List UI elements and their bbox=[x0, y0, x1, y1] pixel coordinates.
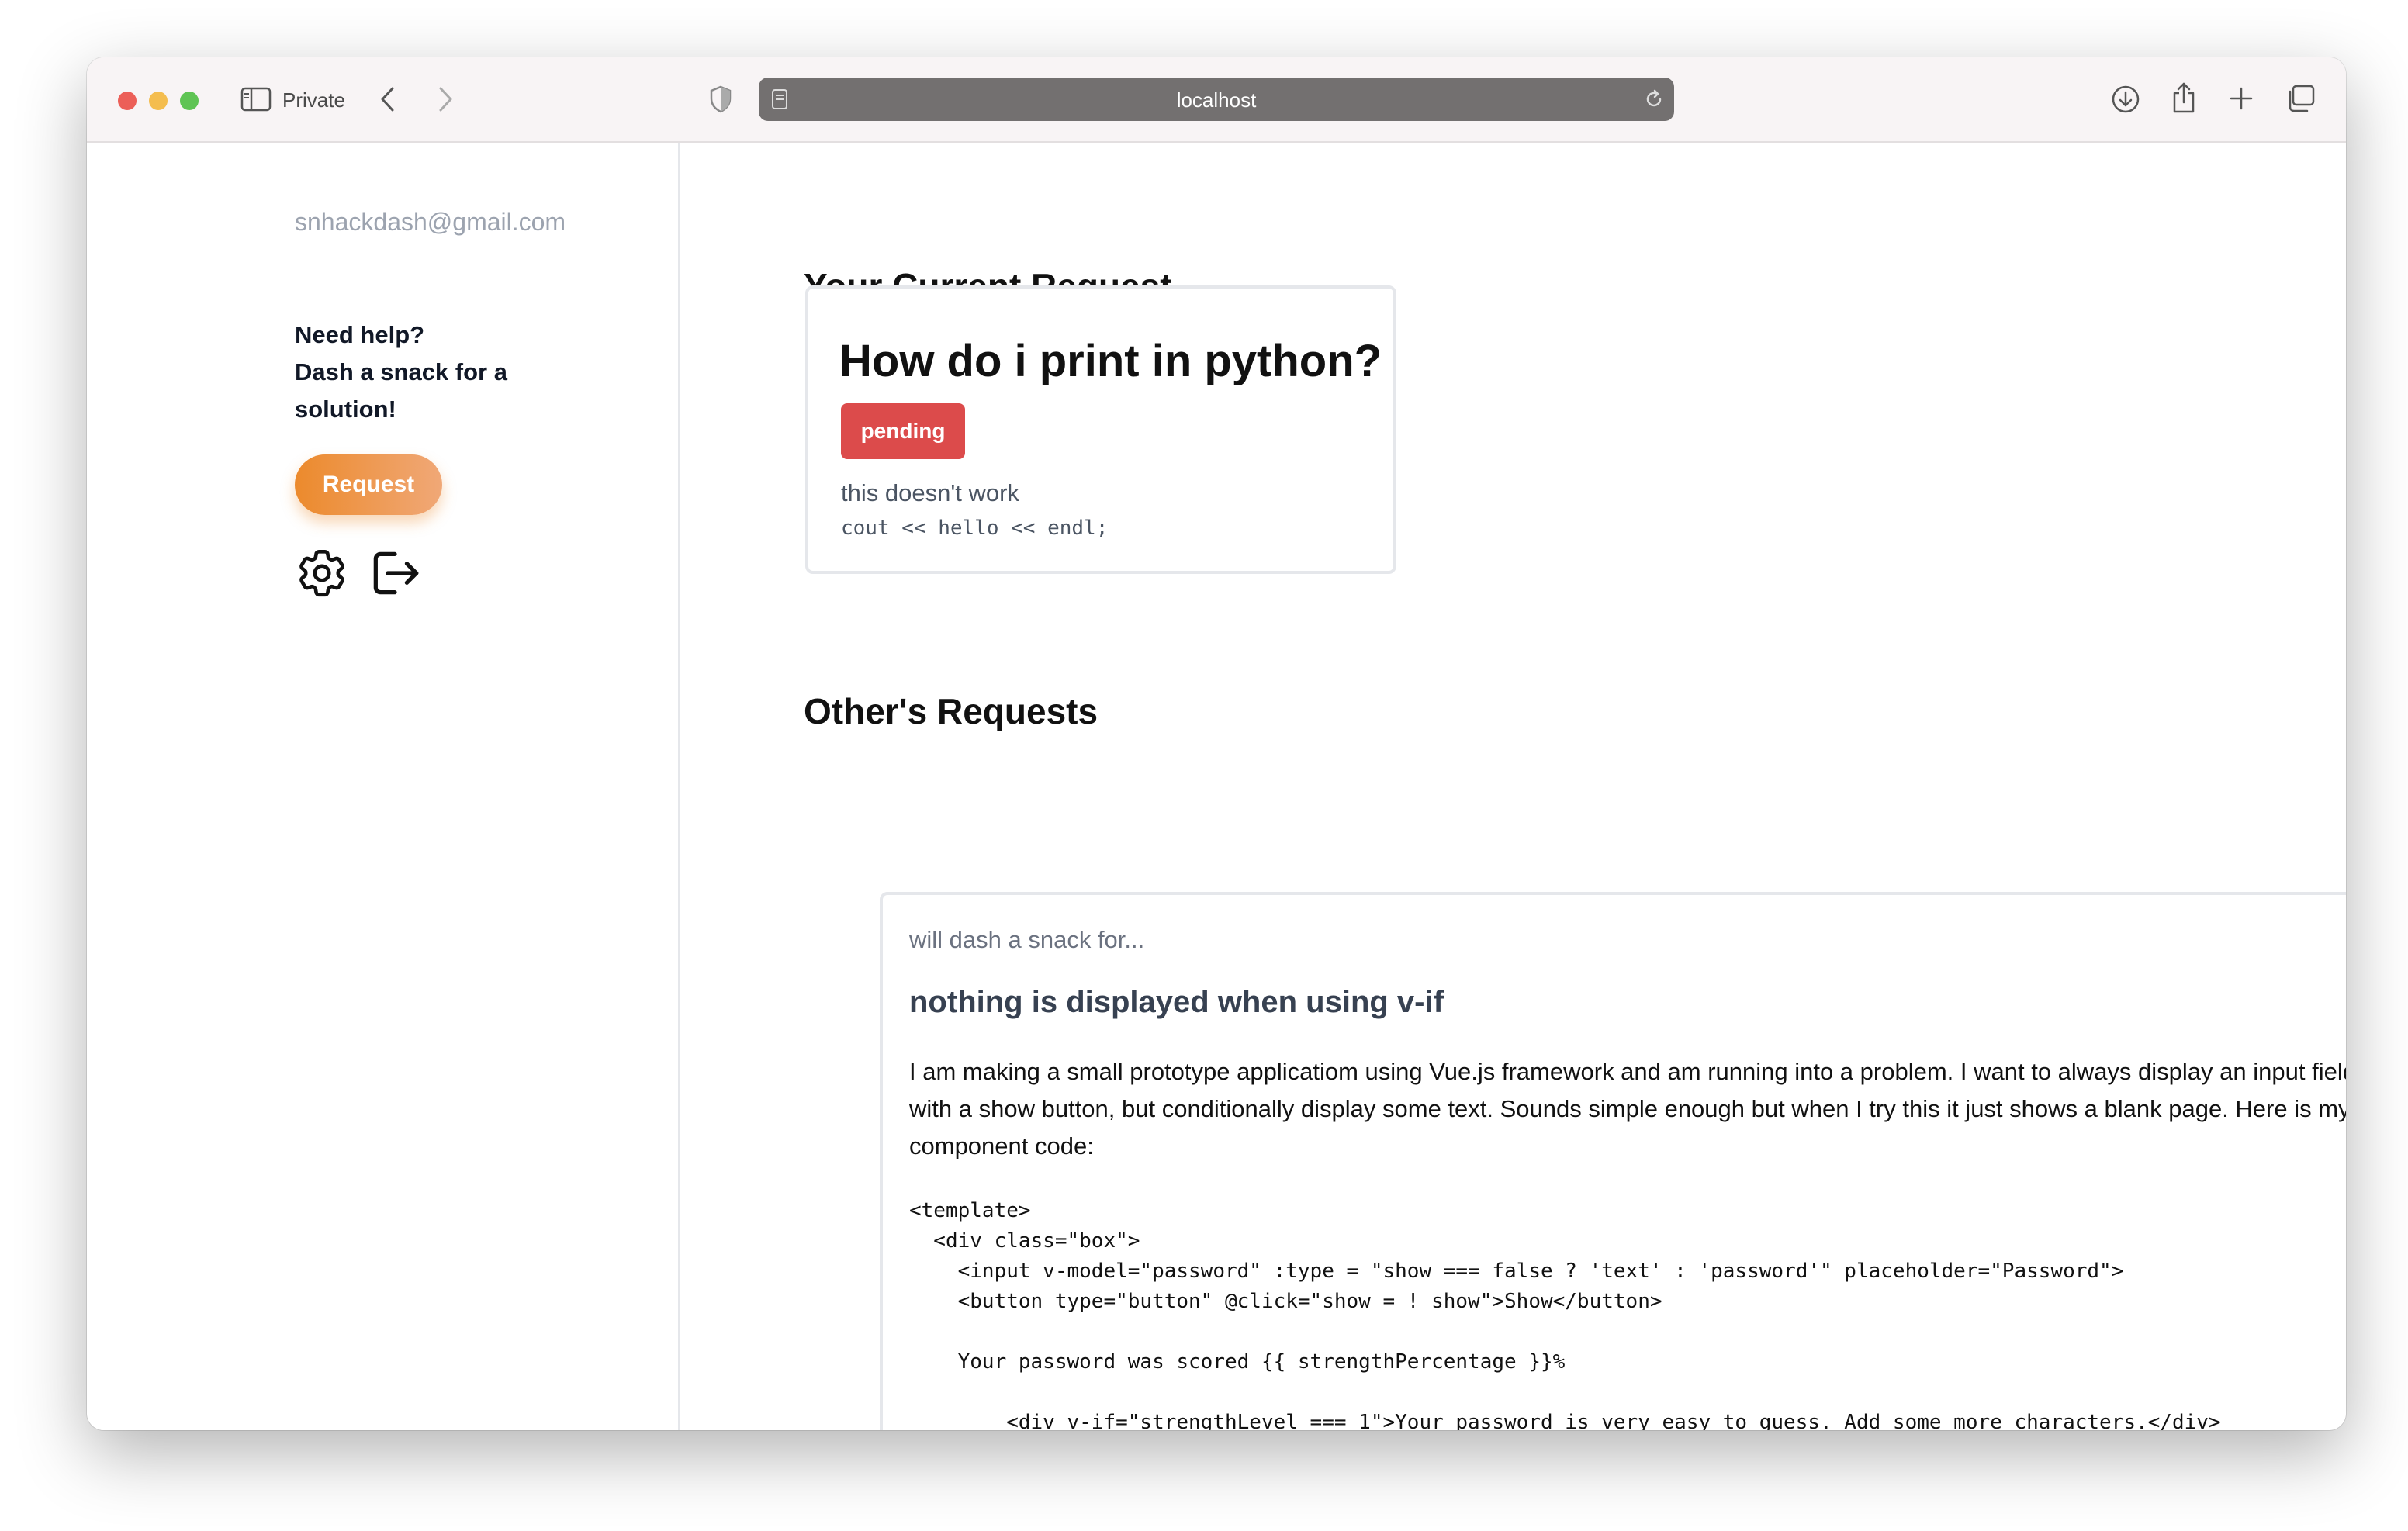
other-request-title: nothing is displayed when using v-if bbox=[909, 985, 1444, 1019]
other-request-prefix: will dash a snack for... bbox=[909, 926, 1145, 953]
forward-icon[interactable] bbox=[436, 85, 455, 113]
main-content: Your Current Request How do i print in p… bbox=[680, 143, 2346, 1430]
current-request-card[interactable]: How do i print in python? pending this d… bbox=[805, 285, 1396, 574]
reload-icon[interactable] bbox=[1643, 88, 1665, 110]
maximize-window-button[interactable] bbox=[180, 92, 199, 110]
other-request-body: I am making a small prototype applicatio… bbox=[909, 1058, 2346, 1159]
browser-window: Private localhost snhackdash@gmail.com N… bbox=[87, 57, 2346, 1430]
status-badge: pending bbox=[841, 403, 965, 459]
shield-icon[interactable] bbox=[709, 85, 732, 113]
address-bar[interactable]: localhost bbox=[759, 78, 1674, 121]
help-line: solution! bbox=[295, 396, 396, 423]
url-text: localhost bbox=[1176, 88, 1257, 112]
other-request-code: <template> <div class="box"> <input v-mo… bbox=[909, 1199, 2221, 1430]
gear-icon[interactable] bbox=[293, 544, 351, 602]
other-request-card[interactable]: will dash a snack for... nothing is disp… bbox=[880, 892, 2346, 1430]
private-label: Private bbox=[282, 88, 345, 112]
back-icon[interactable] bbox=[379, 85, 397, 113]
help-line: Dash a snack for a bbox=[295, 358, 507, 385]
request-button[interactable]: Request bbox=[295, 454, 442, 515]
minimize-window-button[interactable] bbox=[149, 92, 168, 110]
tab-overview-icon[interactable] bbox=[2285, 84, 2316, 113]
download-icon[interactable] bbox=[2110, 84, 2141, 115]
browser-toolbar: Private localhost bbox=[87, 57, 2346, 143]
current-request-code: cout << hello << endl; bbox=[841, 517, 1109, 540]
sidebar: snhackdash@gmail.com Need help? Dash a s… bbox=[87, 143, 680, 1430]
current-request-title: How do i print in python? bbox=[839, 336, 1382, 386]
others-requests-heading: Other's Requests bbox=[804, 691, 1098, 731]
current-request-description: this doesn't work bbox=[841, 479, 1019, 506]
sidebar-toggle-icon[interactable] bbox=[240, 87, 272, 112]
share-icon[interactable] bbox=[2171, 81, 2197, 115]
user-email: snhackdash@gmail.com bbox=[295, 208, 566, 236]
close-window-button[interactable] bbox=[118, 92, 137, 110]
new-tab-icon[interactable] bbox=[2228, 85, 2254, 112]
logout-icon[interactable] bbox=[366, 544, 424, 602]
help-line: Need help? bbox=[295, 321, 425, 348]
help-text: Need help? Dash a snack for a solution! bbox=[295, 316, 543, 428]
